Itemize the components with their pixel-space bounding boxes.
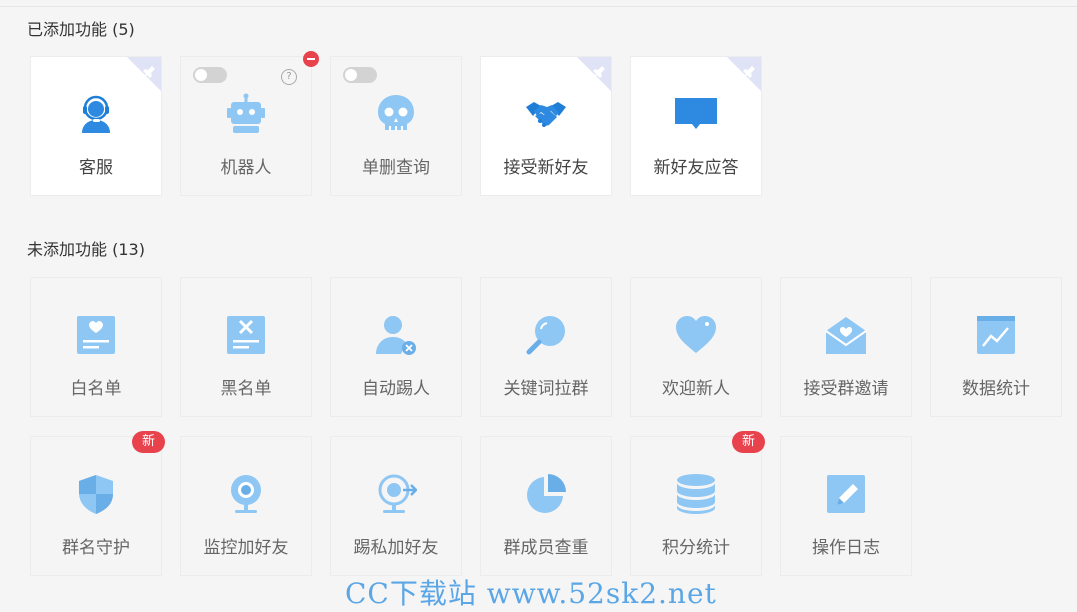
feature-card-group-name-guard[interactable]: 新 群名守护 [31, 431, 165, 575]
top-divider [0, 6, 1077, 7]
skull-icon [375, 93, 417, 135]
help-icon[interactable]: ? [281, 69, 297, 85]
feature-card-accept-new-friend[interactable]: 接受新好友 [481, 57, 611, 195]
feature-card-customer-service[interactable]: 客服 [31, 57, 161, 195]
feature-card-whitelist[interactable]: 白名单 [31, 278, 161, 416]
pin-icon[interactable] [577, 57, 611, 91]
feature-label: 客服 [79, 158, 113, 178]
robot-icon [225, 93, 267, 135]
feature-card-kick-private-add[interactable]: 踢私加好友 [331, 437, 461, 575]
feature-label: 积分统计 [662, 538, 730, 558]
remove-icon[interactable] [303, 51, 319, 67]
feature-label: 接受群邀请 [803, 379, 889, 399]
single-delete-toggle[interactable] [343, 67, 377, 83]
feature-card-blacklist[interactable]: 黑名单 [181, 278, 311, 416]
feature-card-auto-kick[interactable]: 自动踢人 [331, 278, 461, 416]
shield-icon [75, 473, 117, 515]
heart-icon [675, 314, 717, 356]
handshake-icon [525, 93, 567, 135]
search-icon [525, 314, 567, 356]
feature-card-welcome[interactable]: 欢迎新人 [631, 278, 761, 416]
feature-label: 群成员查重 [503, 538, 589, 558]
whitelist-icon [75, 314, 117, 356]
not-added-section-title: 未添加功能 (13) [27, 240, 145, 259]
feature-card-data-stats[interactable]: 数据统计 [931, 278, 1061, 416]
feature-card-accept-group-invite[interactable]: 接受群邀请 [781, 278, 911, 416]
chart-icon [975, 314, 1017, 356]
feature-label: 机器人 [220, 158, 272, 178]
feature-card-new-friend-reply[interactable]: 新好友应答 [631, 57, 761, 195]
added-section-title: 已添加功能 (5) [27, 20, 135, 39]
feature-label: 黑名单 [220, 379, 272, 399]
chat-bubble-icon [675, 93, 717, 135]
database-icon [675, 473, 717, 515]
feature-card-points-stats[interactable]: 新 积分统计 [631, 431, 765, 575]
feature-label: 监控加好友 [203, 538, 289, 558]
feature-label: 关键词拉群 [503, 379, 589, 399]
customer-service-icon [75, 93, 117, 135]
feature-card-operation-log[interactable]: 操作日志 [781, 437, 911, 575]
feature-label: 新好友应答 [653, 158, 739, 178]
feature-card-member-dedupe[interactable]: 群成员查重 [481, 437, 611, 575]
feature-label: 数据统计 [962, 379, 1030, 399]
mail-heart-icon [825, 314, 867, 356]
feature-label: 单删查询 [362, 158, 430, 178]
feature-label: 接受新好友 [503, 158, 589, 178]
feature-card-robot[interactable]: ? 机器人 [181, 51, 319, 195]
feature-label: 欢迎新人 [662, 379, 730, 399]
feature-label: 白名单 [70, 379, 122, 399]
robot-toggle[interactable] [193, 67, 227, 83]
feature-card-monitor-add-friend[interactable]: 监控加好友 [181, 437, 311, 575]
webcam-arrow-icon [375, 473, 417, 515]
feature-card-single-delete-check[interactable]: 单删查询 [331, 57, 461, 195]
pin-icon[interactable] [127, 57, 161, 91]
feature-label: 群名守护 [62, 538, 130, 558]
new-badge: 新 [731, 431, 765, 453]
watermark: CC下载站 www.52sk2.net [345, 577, 717, 610]
webcam-icon [225, 473, 267, 515]
blacklist-icon [225, 314, 267, 356]
pin-icon[interactable] [727, 57, 761, 91]
feature-label: 踢私加好友 [353, 538, 439, 558]
kick-user-icon [375, 314, 417, 356]
edit-log-icon [825, 473, 867, 515]
feature-label: 操作日志 [812, 538, 880, 558]
feature-label: 自动踢人 [362, 379, 430, 399]
new-badge: 新 [131, 431, 165, 453]
pie-chart-icon [525, 473, 567, 515]
feature-card-keyword-group[interactable]: 关键词拉群 [481, 278, 611, 416]
